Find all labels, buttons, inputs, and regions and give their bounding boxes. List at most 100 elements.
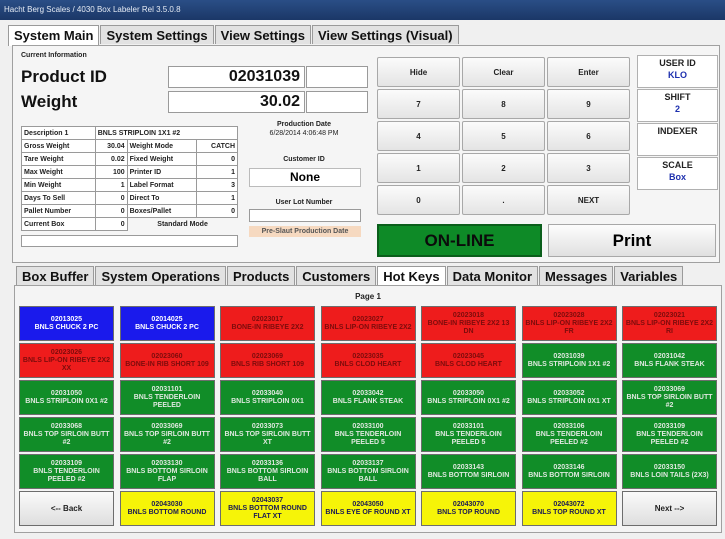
hot-key-button[interactable]: 02043037 BNLS BOTTOM ROUND FLAT XT xyxy=(220,491,315,526)
hot-key-button[interactable]: 02031039 BNLS STRIPLOIN 1X1 #2 xyxy=(521,343,617,378)
keypad-3-button[interactable]: 3 xyxy=(547,153,630,183)
hot-key-name: BNLS LIP-ON RIBEYE 2X2 xyxy=(324,323,412,331)
detail-label: Printer ID xyxy=(126,165,197,179)
user-lot-number-field[interactable] xyxy=(249,209,361,222)
table-row: Min Weight 1 Label Format 3 xyxy=(21,178,239,192)
hot-key-name: BONE-IN RIBEYE 2X2 13 DN xyxy=(427,319,510,335)
hot-key-button[interactable]: 02023028 BNLS LIP-ON RIBEYE 2X2 FR xyxy=(521,306,617,341)
hot-key-button[interactable]: 02023027 BNLS LIP-ON RIBEYE 2X2 xyxy=(320,306,416,341)
hot-key-button[interactable]: 02023045 BNLS CLOD HEART xyxy=(421,343,516,378)
tab-variables[interactable]: Variables xyxy=(614,266,684,285)
enter-button[interactable]: Enter xyxy=(547,57,630,87)
tab-system-settings[interactable]: System Settings xyxy=(100,25,214,44)
hot-key-button[interactable]: 02033143 BNLS BOTTOM SIRLOIN xyxy=(421,454,516,489)
tab-view-settings[interactable]: View Settings xyxy=(214,25,311,44)
tab-hot-keys[interactable]: Hot Keys xyxy=(377,266,446,287)
hot-key-button[interactable]: 02033146 BNLS BOTTOM SIRLOIN xyxy=(521,454,617,489)
hot-key-button[interactable]: 02031101 BNLS TENDERLOIN PEELED xyxy=(119,380,215,415)
hot-key-code: 02031039 xyxy=(553,352,585,360)
hot-key-button[interactable]: 02023069 BNLS RIB SHORT 109 xyxy=(220,343,315,378)
hot-key-button[interactable]: 02023017 BONE-IN RIBEYE 2X2 xyxy=(220,306,315,341)
hot-key-button[interactable]: 02023018 BONE-IN RIBEYE 2X2 13 DN xyxy=(421,306,516,341)
hot-key-button[interactable]: 02023026 BNLS LIP-ON RIBEYE 2X2 XX xyxy=(19,343,114,378)
hot-key-button[interactable]: 02031042 BNLS FLANK STEAK xyxy=(622,343,717,378)
tab-messages[interactable]: Messages xyxy=(539,266,614,285)
back-button[interactable]: <-- Back xyxy=(19,491,114,526)
keypad-4-button[interactable]: 4 xyxy=(377,121,460,151)
hot-key-name: BNLS CHUCK 2 PC xyxy=(135,323,199,331)
hot-key-button[interactable]: 02033150 BNLS LOIN TAILS (2X3) xyxy=(622,454,717,489)
detail-value: CATCH xyxy=(195,139,239,153)
page-label: Page 1 xyxy=(355,292,381,301)
tab-customers[interactable]: Customers xyxy=(296,266,377,285)
hot-key-button[interactable]: 02033137 BNLS BOTTOM SIRLOIN BALL xyxy=(320,454,416,489)
hot-key-button[interactable]: 02033109 BNLS TENDERLOIN PEELED #2 xyxy=(622,417,717,452)
hot-key-button[interactable]: 02023060 BONE-IN RIB SHORT 109 xyxy=(119,343,215,378)
hot-key-name: BNLS TOP SIRLOIN BUTT #2 xyxy=(23,430,110,446)
detail-label: Fixed Weight xyxy=(126,152,197,166)
hot-key-button[interactable]: 02033040 BNLS STRIPLOIN 0X1 xyxy=(220,380,315,415)
hide-button[interactable]: Hide xyxy=(377,57,460,87)
keypad-7-button[interactable]: 7 xyxy=(377,89,460,119)
hot-key-button[interactable]: 02023021 BNLS LIP-ON RIBEYE 2X2 RI xyxy=(622,306,717,341)
hot-key-button[interactable]: 02033052 BNLS STRIPLOIN 0X1 XT xyxy=(521,380,617,415)
hot-key-button[interactable]: 02014025 BNLS CHUCK 2 PC xyxy=(119,306,215,341)
pre-slaut-production-date[interactable]: Pre-Slaut Production Date xyxy=(249,226,361,237)
scale-value: Box xyxy=(668,172,686,182)
hot-key-button[interactable]: 02033106 BNLS TENDERLOIN PEELED #2 xyxy=(521,417,617,452)
hot-key-code: 02023026 xyxy=(50,348,83,356)
window-titlebar: Hacht Berg Scales / 4030 Box Labeler Rel… xyxy=(0,0,725,20)
hot-key-button[interactable]: 02033136 BNLS BOTTOM SIRLOIN BALL xyxy=(220,454,315,489)
hot-key-button[interactable]: 02043070 BNLS TOP ROUND xyxy=(421,491,516,526)
clear-button[interactable]: Clear xyxy=(462,57,545,87)
hot-key-button[interactable]: 02033050 BNLS STRIPLOIN 0X1 #2 xyxy=(421,380,516,415)
tab-view-settings-visual[interactable]: View Settings (Visual) xyxy=(311,25,459,44)
hot-key-button[interactable]: 02023035 BNLS CLOD HEART xyxy=(320,343,416,378)
hot-key-code: 02023069 xyxy=(251,352,284,360)
tab-system-main[interactable]: System Main xyxy=(8,25,100,46)
product-id-field[interactable]: 02031039 xyxy=(168,66,305,88)
print-button[interactable]: Print xyxy=(548,224,716,257)
keypad-5-button[interactable]: 5 xyxy=(462,121,545,151)
keypad-6-button[interactable]: 6 xyxy=(547,121,630,151)
detail-label: Pallet Number xyxy=(21,204,96,218)
indexer-box: INDEXER xyxy=(637,123,718,156)
hot-key-code: 02033040 xyxy=(251,389,284,397)
hot-key-button[interactable]: 02043030 BNLS BOTTOM ROUND xyxy=(119,491,215,526)
tab-box-buffer[interactable]: Box Buffer xyxy=(16,266,95,285)
keypad-8-button[interactable]: 8 xyxy=(462,89,545,119)
hot-key-button[interactable]: 02033101 BNLS TENDERLOIN PEELED 5 xyxy=(421,417,516,452)
detail-value: 0 xyxy=(195,152,239,166)
hot-key-button[interactable]: 02033100 BNLS TENDERLOIN PEELED 5 xyxy=(320,417,416,452)
hot-key-name: BNLS LIP-ON RIBEYE 2X2 XX xyxy=(22,356,111,372)
hot-key-button[interactable]: 02043050 BNLS EYE OF ROUND XT xyxy=(320,491,416,526)
keypad-2-button[interactable]: 2 xyxy=(462,153,545,183)
hot-key-code: 02023021 xyxy=(653,311,686,319)
keypad-1-button[interactable]: 1 xyxy=(377,153,460,183)
hot-key-button[interactable]: 02033073 BNLS TOP SIRLOIN BUTT XT xyxy=(220,417,315,452)
weight-field[interactable]: 30.02 xyxy=(168,91,305,113)
hot-key-code: 02033137 xyxy=(352,459,384,467)
hot-key-button[interactable]: 02033069 BNLS TOP SIRLOIN BUTT #2 xyxy=(622,380,717,415)
hot-key-button[interactable]: 02033068 BNLS TOP SIRLOIN BUTT #2 xyxy=(19,417,114,452)
hot-key-button[interactable]: 02033130 BNLS BOTTOM SIRLOIN FLAP xyxy=(119,454,215,489)
hot-key-button[interactable]: 02043072 BNLS TOP ROUND XT xyxy=(521,491,617,526)
next-page-button[interactable]: Next --> xyxy=(622,491,717,526)
hot-key-code: 02033069 xyxy=(151,422,183,430)
tab-data-monitor[interactable]: Data Monitor xyxy=(446,266,539,285)
hot-key-name: BNLS STRIPLOIN 0X1 #2 xyxy=(25,397,108,405)
hot-key-code: 02043072 xyxy=(553,500,585,508)
keypad-9-button[interactable]: 9 xyxy=(547,89,630,119)
tab-products[interactable]: Products xyxy=(226,266,296,285)
next-button[interactable]: NEXT xyxy=(547,185,630,215)
scale-box: SCALE Box xyxy=(637,157,718,190)
hot-key-button[interactable]: 02033042 BNLS FLANK STEAK xyxy=(320,380,416,415)
customer-id-field[interactable]: None xyxy=(249,168,361,187)
hot-key-button[interactable]: 02031050 BNLS STRIPLOIN 0X1 #2 xyxy=(19,380,114,415)
keypad-decimal-button[interactable]: . xyxy=(462,185,545,215)
keypad-0-button[interactable]: 0 xyxy=(377,185,460,215)
hot-key-button[interactable]: 02033069 BNLS TOP SIRLOIN BUTT #2 xyxy=(119,417,215,452)
hot-key-button[interactable]: 02033109 BNLS TENDERLOIN PEELED #2 xyxy=(19,454,114,489)
hot-key-button[interactable]: 02013025 BNLS CHUCK 2 PC xyxy=(19,306,114,341)
tab-system-operations[interactable]: System Operations xyxy=(95,266,226,285)
